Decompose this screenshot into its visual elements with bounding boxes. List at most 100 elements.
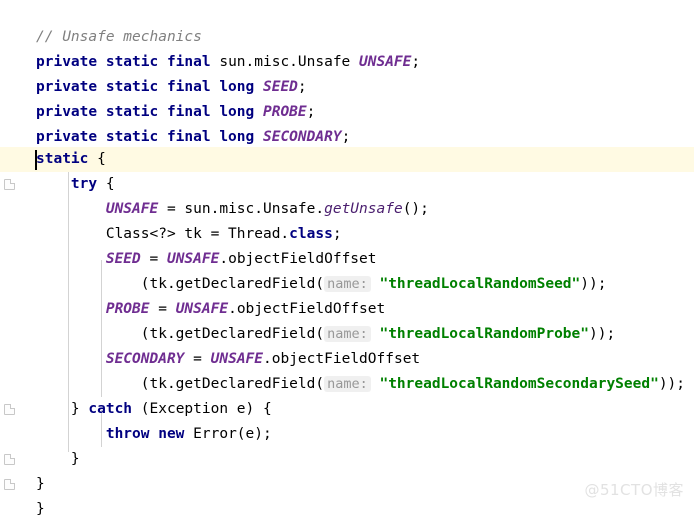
token-plain: = xyxy=(140,251,167,267)
token-smethod: getUnsafe xyxy=(324,201,403,217)
code-line[interactable]: PROBE = UNSAFE.objectFieldOffset xyxy=(0,297,694,322)
token-hint: name: xyxy=(324,376,371,392)
code-line[interactable]: Class<?> tk = Thread.class; xyxy=(0,222,694,247)
token-plain: = sun.misc.Unsafe. xyxy=(158,201,325,217)
code-line-text: // Unsafe mechanics xyxy=(0,25,202,50)
code-line[interactable]: private static final sun.misc.Unsafe UNS… xyxy=(0,50,694,75)
code-line-text: throw new Error(e); xyxy=(0,422,272,447)
token-cmt: // Unsafe mechanics xyxy=(36,29,202,45)
token-sfield: SEED xyxy=(262,79,298,95)
watermark: @51CTO博客 xyxy=(584,481,684,499)
token-kw: private static final long xyxy=(36,104,255,120)
code-line[interactable]: private static final long PROBE; xyxy=(0,100,694,125)
code-line[interactable]: try { xyxy=(0,172,694,197)
code-line[interactable]: (tk.getDeclaredField(name: "threadLocalR… xyxy=(0,322,694,347)
code-line[interactable]: (tk.getDeclaredField(name: "threadLocalR… xyxy=(0,372,694,397)
token-sfield: UNSAFE xyxy=(105,201,159,217)
code-content[interactable]: // Unsafe mechanics private static final … xyxy=(0,0,694,517)
code-line-text: Class<?> tk = Thread.class; xyxy=(0,222,342,247)
token-plain: } xyxy=(36,401,89,417)
code-line[interactable]: UNSAFE = sun.misc.Unsafe.getUnsafe(); xyxy=(0,197,694,222)
code-line-text: try { xyxy=(0,172,115,197)
token-plain: )); xyxy=(588,326,616,342)
token-plain: ; xyxy=(411,54,421,70)
token-plain: (tk.getDeclaredField( xyxy=(36,376,325,392)
token-kw: private static final long xyxy=(36,129,255,145)
code-line-text: private static final sun.misc.Unsafe UNS… xyxy=(0,50,420,75)
token-plain: } xyxy=(36,501,45,517)
code-line-text: SECONDARY = UNSAFE.objectFieldOffset xyxy=(0,347,420,372)
token-plain: } xyxy=(36,451,80,467)
code-line[interactable]: SECONDARY = UNSAFE.objectFieldOffset xyxy=(0,347,694,372)
token-sfield: UNSAFE xyxy=(175,301,229,317)
code-line[interactable]: static { xyxy=(0,147,694,172)
token-plain: ; xyxy=(306,104,316,120)
token-plain: sun.misc.Unsafe xyxy=(210,54,360,70)
token-plain: Error(e); xyxy=(184,426,272,442)
token-plain: (Exception e) { xyxy=(132,401,272,417)
token-plain: )); xyxy=(658,376,686,392)
token-kw: try xyxy=(70,176,98,192)
code-line[interactable]: (tk.getDeclaredField(name: "threadLocalR… xyxy=(0,272,694,297)
token-plain: = xyxy=(149,301,176,317)
token-sfield: SECONDARY xyxy=(105,351,185,367)
code-line[interactable]: } xyxy=(0,447,694,472)
code-line-text: } catch (Exception e) { xyxy=(0,397,272,422)
code-line-text: UNSAFE = sun.misc.Unsafe.getUnsafe(); xyxy=(0,197,429,222)
code-line-text: } xyxy=(0,497,45,522)
token-kw: throw new xyxy=(105,426,185,442)
token-hint: name: xyxy=(324,276,371,292)
code-line-text: } xyxy=(0,472,45,497)
code-line[interactable]: private static final long SEED; xyxy=(0,75,694,100)
code-line-text: } xyxy=(0,447,80,472)
token-str: "threadLocalRandomSecondarySeed" xyxy=(379,376,659,392)
token-plain: (tk.getDeclaredField( xyxy=(36,326,325,342)
token-sfield: SECONDARY xyxy=(262,129,342,145)
token-kw: static xyxy=(36,151,89,167)
code-line-text: static { xyxy=(0,147,106,172)
token-plain: Class<?> tk = Thread. xyxy=(36,226,290,242)
token-plain: .objectFieldOffset xyxy=(263,351,421,367)
code-line-text: (tk.getDeclaredField(name: "threadLocalR… xyxy=(0,372,685,397)
code-line-text: PROBE = UNSAFE.objectFieldOffset xyxy=(0,297,385,322)
token-plain: { xyxy=(88,151,106,167)
token-sfield: UNSAFE xyxy=(359,54,412,70)
token-sfield: PROBE xyxy=(105,301,150,317)
token-kw: private static final long xyxy=(36,79,255,95)
token-plain: ; xyxy=(297,79,307,95)
token-str: "threadLocalRandomProbe" xyxy=(379,326,589,342)
token-plain: .objectFieldOffset xyxy=(228,301,386,317)
token-sfield: SEED xyxy=(105,251,141,267)
code-line[interactable]: SEED = UNSAFE.objectFieldOffset xyxy=(0,247,694,272)
token-plain: = xyxy=(184,351,211,367)
code-line-text: (tk.getDeclaredField(name: "threadLocalR… xyxy=(0,272,606,297)
token-str: "threadLocalRandomSeed" xyxy=(379,276,581,292)
code-line-text: private static final long PROBE; xyxy=(0,100,315,125)
code-editor[interactable]: // Unsafe mechanics private static final … xyxy=(0,0,694,517)
token-kw: catch xyxy=(88,401,133,417)
token-sfield: UNSAFE xyxy=(166,251,220,267)
code-line[interactable]: throw new Error(e); xyxy=(0,422,694,447)
code-line[interactable]: // Unsafe mechanics xyxy=(0,25,694,50)
token-hint: name: xyxy=(324,326,371,342)
token-plain: .objectFieldOffset xyxy=(219,251,377,267)
code-line[interactable]: } xyxy=(0,497,694,522)
token-plain: { xyxy=(97,176,115,192)
text-caret xyxy=(35,150,37,170)
token-plain: (tk.getDeclaredField( xyxy=(36,276,325,292)
token-plain: ; xyxy=(332,226,342,242)
code-line[interactable]: } catch (Exception e) { xyxy=(0,397,694,422)
token-sfield: UNSAFE xyxy=(210,351,264,367)
token-kw: private static final xyxy=(36,54,211,70)
code-line-text: private static final long SEED; xyxy=(0,75,307,100)
code-line-text: SEED = UNSAFE.objectFieldOffset xyxy=(0,247,377,272)
